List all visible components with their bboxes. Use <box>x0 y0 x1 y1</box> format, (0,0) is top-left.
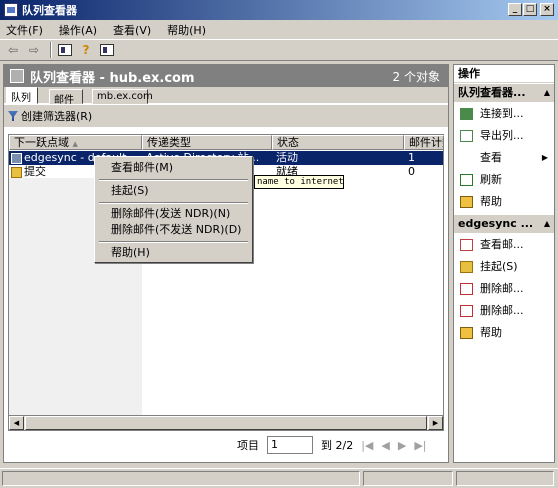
filter-icon <box>8 111 18 121</box>
status-panel <box>456 471 554 486</box>
queue-viewer-icon <box>10 69 24 83</box>
menu-bar: 文件(F) 操作(A) 查看(V) 帮助(H) <box>0 20 558 39</box>
menu-suspend[interactable]: 挂起(S) <box>97 183 250 199</box>
action-refresh[interactable]: 刷新 <box>454 169 554 191</box>
tab-messages[interactable]: 邮件 <box>49 89 83 106</box>
cell-status: 活动 <box>276 151 298 164</box>
section-edgesync[interactable]: edgesync ... ▲ <box>454 215 554 233</box>
action-help-2[interactable]: 帮助 <box>454 322 554 344</box>
action-export-list[interactable]: 导出列... <box>454 125 554 147</box>
queue-viewer-pane: 队列查看器 - hub.ex.com 2 个对象 队列 邮件 mb.ex.com… <box>3 64 449 463</box>
back-icon[interactable]: ⇦ <box>4 42 22 59</box>
page-input[interactable]: 1 <box>267 436 313 454</box>
view-messages-icon <box>460 239 473 251</box>
toolbar-separator <box>50 42 52 58</box>
menu-separator <box>99 202 248 204</box>
refresh-icon <box>460 174 473 186</box>
close-button[interactable]: × <box>540 3 554 16</box>
pane-header: 队列查看器 - hub.ex.com 2 个对象 <box>4 65 448 87</box>
action-view[interactable]: 查看 ▶ <box>454 147 554 169</box>
next-page-icon[interactable]: ▶ <box>398 439 406 452</box>
menu-remove-with-ndr[interactable]: 删除邮件(发送 NDR)(N) <box>97 206 250 222</box>
menu-view-messages[interactable]: 查看邮件(M) <box>97 160 250 176</box>
pager-label: 项目 <box>237 439 259 452</box>
cell-count: 1 <box>408 151 415 164</box>
pane-title: 队列查看器 - hub.ex.com <box>30 70 195 86</box>
action-view-messages[interactable]: 查看邮... <box>454 234 554 256</box>
first-page-icon[interactable]: |◀ <box>361 439 373 452</box>
status-panel <box>2 471 360 486</box>
submission-icon <box>11 166 22 178</box>
tab-queues[interactable]: 队列 <box>6 87 38 104</box>
suspend-icon <box>460 261 473 273</box>
tab-strip: 队列 邮件 mb.ex.com <box>4 87 448 106</box>
horizontal-scrollbar[interactable]: ◀ ▶ <box>8 415 444 431</box>
actions-pane: 操作 队列查看器... ▲ 连接到... 导出列... 查看 ▶ 刷新 帮助 edg… <box>453 64 555 463</box>
cell-domain: 提交 <box>24 165 46 178</box>
col-header-status[interactable]: 状态 <box>272 135 404 150</box>
menu-help[interactable]: 帮助(H) <box>97 245 250 261</box>
action-suspend[interactable]: 挂起(S) <box>454 256 554 278</box>
window-title: 队列查看器 <box>22 4 77 17</box>
tooltip: name to internet <box>254 175 344 189</box>
forward-icon[interactable]: ⇨ <box>25 42 43 59</box>
scroll-left-icon[interactable]: ◀ <box>9 416 24 430</box>
help-icon <box>460 327 473 339</box>
actions-title: 操作 <box>454 65 554 83</box>
help-icon[interactable]: ? <box>77 42 95 59</box>
object-count: 2 个对象 <box>392 70 440 84</box>
remove-message-icon <box>460 283 473 295</box>
scroll-right-icon[interactable]: ▶ <box>428 416 443 430</box>
export-icon <box>460 130 473 142</box>
action-pane-icon[interactable] <box>98 42 116 59</box>
menu-help[interactable]: 帮助(H) <box>167 22 206 38</box>
collapse-icon[interactable]: ▲ <box>544 84 550 102</box>
section-queue-viewer[interactable]: 队列查看器... ▲ <box>454 84 554 102</box>
menu-file[interactable]: 文件(F) <box>6 22 43 38</box>
collapse-icon[interactable]: ▲ <box>544 215 550 233</box>
action-remove-ndr[interactable]: 删除邮... <box>454 278 554 300</box>
pager: 项目 1 到 2/2 |◀ ◀ ▶ ▶| <box>237 435 426 455</box>
menu-separator <box>99 241 248 243</box>
remove-message-icon <box>460 305 473 317</box>
menu-remove-without-ndr[interactable]: 删除邮件(不发送 NDR)(D) <box>97 222 250 238</box>
title-bar: 队列查看器 <box>0 0 558 20</box>
queue-icon <box>11 152 22 164</box>
scroll-thumb[interactable] <box>25 416 427 430</box>
toolbar: ⇦ ⇨ ? <box>0 39 558 61</box>
minimize-button[interactable]: _ <box>508 3 522 16</box>
connect-icon <box>460 108 473 120</box>
action-connect[interactable]: 连接到... <box>454 103 554 125</box>
pager-total: 到 2/2 <box>321 439 354 452</box>
action-remove-no-ndr[interactable]: 删除邮... <box>454 300 554 322</box>
col-header-message-count[interactable]: 邮件计数 <box>404 135 444 150</box>
prev-page-icon[interactable]: ◀ <box>381 439 389 452</box>
col-header-domain[interactable]: 下一跃点域 ▲ <box>9 135 142 150</box>
action-help[interactable]: 帮助 <box>454 191 554 213</box>
context-menu: 查看邮件(M) 挂起(S) 删除邮件(发送 NDR)(N) 删除邮件(不发送 N… <box>94 156 253 263</box>
menu-action[interactable]: 操作(A) <box>59 22 97 38</box>
maximize-button[interactable]: □ <box>523 3 537 16</box>
filter-bar: 创建筛选器(R) <box>4 105 448 127</box>
menu-separator <box>99 179 248 181</box>
tab-server[interactable]: mb.ex.com <box>92 89 153 104</box>
status-panel <box>363 471 453 486</box>
app-icon <box>4 3 18 17</box>
menu-view[interactable]: 查看(V) <box>113 22 151 38</box>
help-icon <box>460 196 473 208</box>
create-filter-button[interactable]: 创建筛选器(R) <box>21 108 92 124</box>
cell-count: 0 <box>408 165 415 178</box>
sort-ascending-icon: ▲ <box>72 140 78 148</box>
status-bar <box>0 468 558 488</box>
last-page-icon[interactable]: ▶| <box>414 439 426 452</box>
col-header-delivery-type[interactable]: 传递类型 <box>142 135 272 150</box>
console-tree-icon[interactable] <box>56 42 74 59</box>
submenu-arrow-icon: ▶ <box>541 153 548 162</box>
